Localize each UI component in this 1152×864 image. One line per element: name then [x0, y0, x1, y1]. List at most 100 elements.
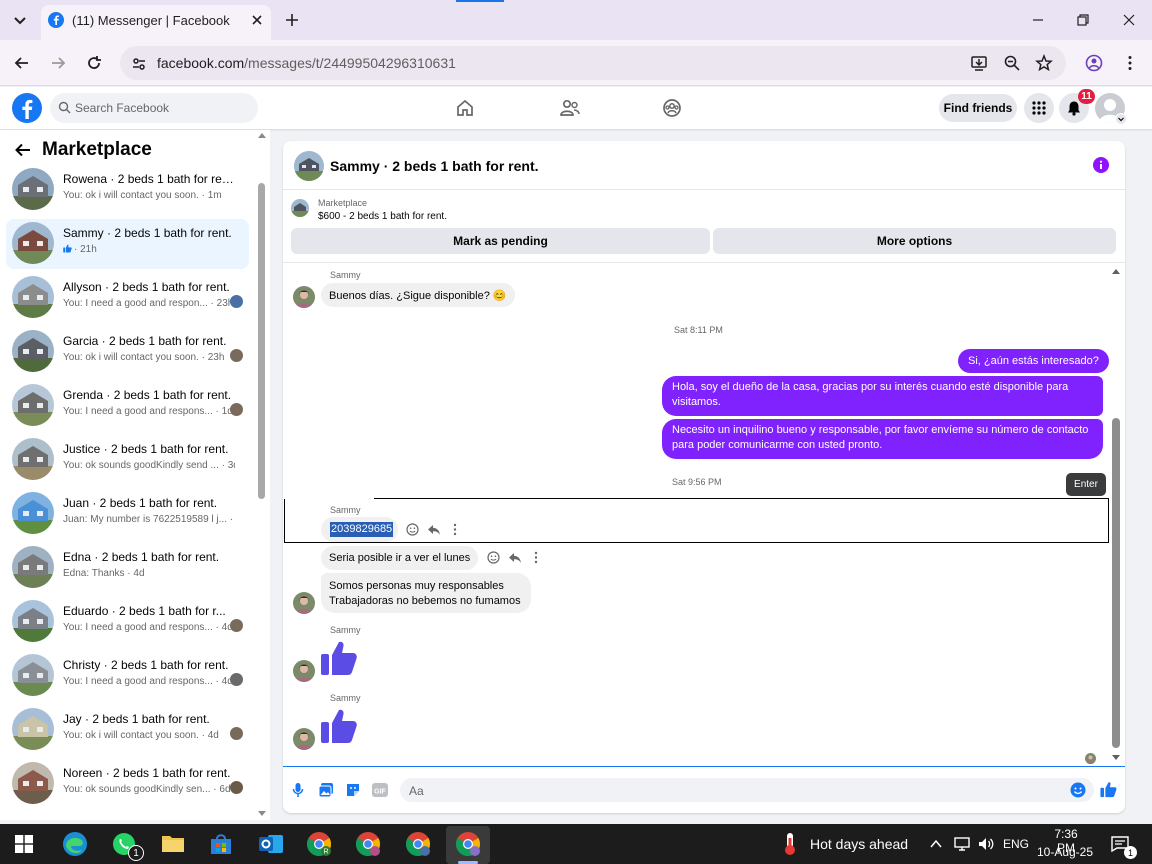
volume-icon[interactable]: [977, 836, 995, 852]
message-more-icon[interactable]: [451, 523, 459, 536]
marketplace-label: Marketplace: [318, 198, 368, 208]
conversation-preview: Juan: My number is 7622519589 l j... · 4…: [63, 514, 235, 525]
listing-thumbnail: [12, 654, 54, 696]
reload-icon[interactable]: [85, 54, 103, 72]
chat-header-thumb[interactable]: [294, 151, 324, 181]
menu-grid-button[interactable]: [1024, 93, 1054, 123]
more-options-button[interactable]: More options: [713, 228, 1116, 254]
outgoing-message[interactable]: Si, ¿aún estás interesado?: [958, 349, 1109, 373]
emoji-icon[interactable]: [1070, 782, 1086, 798]
chrome-profile-r-icon[interactable]: R: [306, 831, 332, 857]
gif-icon[interactable]: GIF: [371, 782, 389, 798]
conversation-item[interactable]: Noreen · 2 beds 1 bath for rent. You: ok …: [6, 759, 249, 809]
groups-icon[interactable]: [662, 98, 682, 118]
chrome-profile-icon[interactable]: [355, 831, 381, 857]
sender-avatar[interactable]: [293, 728, 315, 750]
tab-close-icon[interactable]: [249, 12, 265, 28]
chat-scroll-up-icon[interactable]: [1112, 268, 1120, 274]
outgoing-message[interactable]: Necesito un inquilino bueno y responsabl…: [662, 419, 1103, 459]
install-app-icon[interactable]: [970, 54, 988, 72]
outlook-icon[interactable]: [258, 831, 284, 857]
microphone-icon[interactable]: [292, 782, 304, 798]
photo-icon[interactable]: [318, 782, 334, 798]
conversation-item[interactable]: Juan · 2 beds 1 bath for rent. Juan: My n…: [6, 489, 249, 539]
file-explorer-icon[interactable]: [161, 832, 185, 854]
incoming-message[interactable]: Somos personas muy responsables Trabajad…: [321, 573, 531, 613]
show-hidden-icons-chevron[interactable]: [929, 838, 943, 850]
message-more-icon[interactable]: [532, 551, 540, 564]
window-minimize-icon[interactable]: [1031, 13, 1045, 27]
sidebar-scrollbar-thumb[interactable]: [258, 183, 265, 499]
home-icon[interactable]: [455, 98, 475, 118]
weather-text[interactable]: Hot days ahead: [810, 836, 908, 852]
url-text[interactable]: facebook.com/messages/t/2449950429631063…: [157, 55, 456, 71]
chat-scroll-down-icon[interactable]: [1112, 755, 1120, 761]
sidebar-scroll-up-icon[interactable]: [258, 132, 266, 138]
react-emoji-icon[interactable]: [406, 523, 419, 536]
sender-avatar[interactable]: [293, 286, 315, 308]
listing-thumbnail: [12, 222, 54, 264]
thumbs-up-sticker-icon[interactable]: [320, 707, 358, 745]
zoom-icon[interactable]: [1003, 54, 1021, 72]
conversation-item[interactable]: Jay · 2 beds 1 bath for rent. You: ok i w…: [6, 705, 249, 755]
conversation-name: Noreen · 2 beds 1 bath for rent.: [63, 766, 231, 780]
conversation-item[interactable]: Garcia · 2 beds 1 bath for rent. You: ok …: [6, 327, 249, 377]
conversation-name: Garcia · 2 beds 1 bath for rent.: [63, 334, 227, 348]
outgoing-message[interactable]: Hola, soy el dueño de la casa, gracias p…: [662, 376, 1103, 416]
chrome-profile-icon[interactable]: [405, 831, 431, 857]
friends-icon[interactable]: [559, 98, 581, 118]
incoming-message[interactable]: Buenos días. ¿Sigue disponible? 😊: [321, 283, 515, 307]
sidebar-scroll-down-icon[interactable]: [258, 811, 266, 817]
site-info-icon[interactable]: [130, 55, 148, 73]
conversation-item[interactable]: Grenda · 2 beds 1 bath for rent. You: I n…: [6, 381, 249, 431]
conversation-item[interactable]: Eduardo · 2 beds 1 bath for r... You: I n…: [6, 597, 249, 647]
chat-scrollbar-thumb[interactable]: [1112, 418, 1120, 748]
sender-avatar[interactable]: [293, 592, 315, 614]
back-arrow-icon[interactable]: [14, 141, 32, 159]
mark-as-pending-button[interactable]: Mark as pending: [291, 228, 710, 254]
account-chevron-icon[interactable]: [1115, 113, 1127, 125]
language-indicator[interactable]: ENG: [1003, 837, 1029, 851]
profile-icon[interactable]: [1085, 54, 1103, 72]
window-restore-icon[interactable]: [1076, 13, 1090, 27]
selected-phone-number[interactable]: 2039829685: [330, 522, 394, 537]
edge-icon[interactable]: [62, 831, 88, 857]
tab-search-chevron-icon[interactable]: [10, 10, 30, 30]
forward-arrow-icon[interactable]: [49, 54, 67, 72]
reply-icon[interactable]: [427, 523, 441, 536]
clock-date[interactable]: 10-Aug-25: [1036, 845, 1094, 859]
browser-menu-icon[interactable]: [1121, 54, 1139, 72]
conversation-item[interactable]: Edna · 2 beds 1 bath for rent. Edna: Than…: [6, 543, 249, 593]
listing-thumb[interactable]: [291, 199, 309, 217]
conversation-preview: You: ok i will contact you soon. · 23h: [63, 352, 235, 363]
chrome-profile-active-icon[interactable]: [455, 831, 481, 857]
conversation-info-icon[interactable]: [1093, 157, 1109, 173]
facebook-favicon-icon: [48, 12, 64, 28]
back-arrow-icon[interactable]: [13, 54, 31, 72]
reply-icon[interactable]: [508, 551, 522, 564]
listing-thumbnail: [12, 330, 54, 372]
conversation-item[interactable]: Allyson · 2 beds 1 bath for rent. You: I …: [6, 273, 249, 323]
conversation-item[interactable]: Sammy · 2 beds 1 bath for rent. · 21h: [6, 219, 249, 269]
window-close-icon[interactable]: [1122, 13, 1136, 27]
message-input[interactable]: [400, 778, 1094, 802]
sticker-icon[interactable]: [345, 782, 361, 798]
network-icon[interactable]: [953, 836, 971, 852]
sender-avatar[interactable]: [293, 660, 315, 682]
thumbs-up-sticker-icon[interactable]: [320, 639, 358, 677]
chat-title[interactable]: Sammy · 2 beds 1 bath for rent.: [330, 158, 539, 174]
find-friends-button[interactable]: Find friends: [939, 94, 1017, 122]
windows-start-icon[interactable]: [15, 835, 33, 853]
bookmark-star-icon[interactable]: [1035, 54, 1053, 72]
conversation-name: Edna · 2 beds 1 bath for rent.: [63, 550, 220, 564]
send-like-icon[interactable]: [1100, 781, 1117, 798]
listing-title[interactable]: $600 - 2 beds 1 bath for rent.: [318, 211, 447, 222]
incoming-message[interactable]: Seria posible ir a ver el lunes: [321, 546, 479, 570]
new-tab-plus-icon[interactable]: [284, 12, 300, 28]
react-emoji-icon[interactable]: [487, 551, 500, 564]
facebook-logo-icon[interactable]: [12, 93, 42, 123]
conversation-item[interactable]: Justice · 2 beds 1 bath for rent. You: ok…: [6, 435, 249, 485]
store-icon[interactable]: [208, 831, 234, 857]
conversation-item[interactable]: Rowena · 2 beds 1 bath for rent. You: ok …: [6, 165, 249, 215]
conversation-item[interactable]: Christy · 2 beds 1 bath for rent. You: I …: [6, 651, 249, 701]
